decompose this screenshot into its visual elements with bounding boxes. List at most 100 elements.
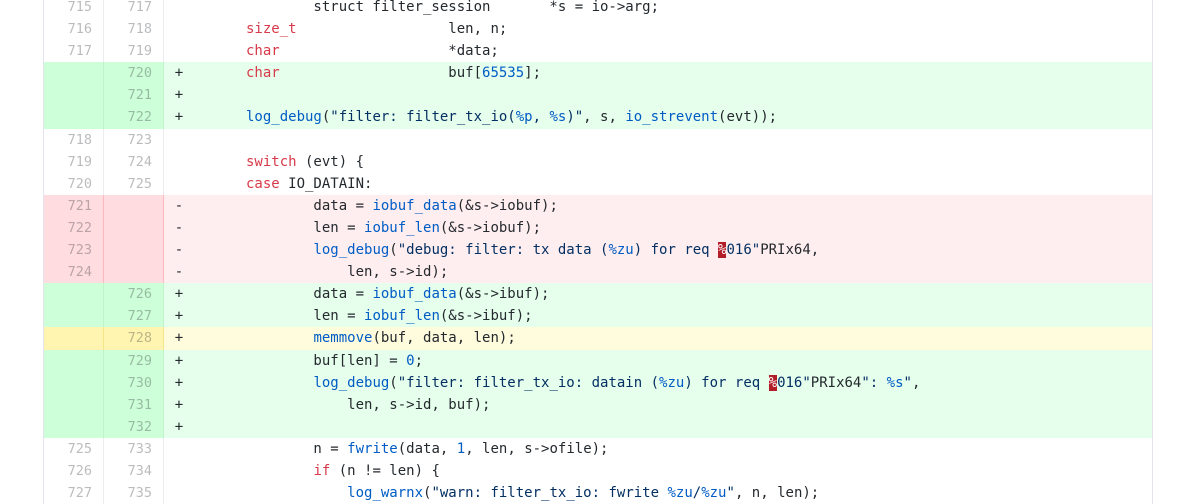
new-line-number[interactable]: 732 <box>104 415 164 438</box>
old-line-number[interactable]: 720 <box>44 172 104 195</box>
diff-line-del: 721 - data = iobuf_data(&s->iobuf); <box>44 194 1152 217</box>
old-line-number[interactable] <box>44 62 104 85</box>
code-token: iobuf_len <box>364 308 440 325</box>
code-token: ": <box>861 374 887 391</box>
code-token: log_debug <box>246 109 322 126</box>
code-token: (data, <box>397 440 457 457</box>
new-line-number[interactable]: 719 <box>104 40 164 63</box>
old-line-number[interactable]: 726 <box>44 459 104 483</box>
code-token: ( <box>389 374 398 391</box>
diff-marker: + <box>174 65 184 82</box>
code-token: n = <box>246 440 348 457</box>
new-line-number[interactable]: 733 <box>104 437 164 460</box>
diff-marker <box>164 460 190 482</box>
code-line: log_debug("filter: filter_tx_io(%p, %s)"… <box>190 106 1152 128</box>
new-line-number[interactable] <box>104 261 164 284</box>
diff-marker <box>164 482 190 504</box>
new-line-number[interactable]: 722 <box>104 106 164 129</box>
diff-marker <box>164 438 190 460</box>
new-line-number[interactable] <box>104 239 164 262</box>
new-line-number[interactable]: 726 <box>104 283 164 306</box>
new-line-number[interactable] <box>104 216 164 240</box>
code-token: , s, <box>583 109 626 126</box>
new-line-number[interactable]: 717 <box>104 0 164 19</box>
old-line-number[interactable]: 722 <box>44 216 104 240</box>
new-line-number[interactable]: 723 <box>104 128 164 151</box>
old-line-number[interactable] <box>44 393 104 416</box>
old-line-number[interactable] <box>44 305 104 328</box>
code-line: buf[len] = 0; <box>190 350 1152 372</box>
code-token: 0 <box>406 352 415 369</box>
code-token: (n != len) { <box>330 462 440 479</box>
old-line-number[interactable]: 721 <box>44 194 104 217</box>
old-line-number[interactable]: 719 <box>44 150 104 173</box>
code-token: case <box>246 175 280 192</box>
code-token: data = <box>246 197 373 214</box>
diff-marker: - <box>174 197 184 214</box>
code-token: (evt)); <box>718 109 778 126</box>
old-line-number[interactable] <box>44 106 104 129</box>
new-line-number[interactable]: 734 <box>104 459 164 483</box>
code-token: , <box>532 109 550 126</box>
old-line-number[interactable] <box>44 84 104 107</box>
old-line-number[interactable]: 723 <box>44 239 104 262</box>
new-line-number[interactable]: 721 <box>104 84 164 107</box>
new-line-number[interactable]: 730 <box>104 371 164 394</box>
diff-marker <box>164 129 190 151</box>
code-line: size_t len, n; <box>190 18 1152 40</box>
code-token: PRIx64, <box>760 242 820 259</box>
new-line-number[interactable]: 725 <box>104 172 164 195</box>
old-line-number[interactable] <box>44 371 104 394</box>
old-line-number[interactable]: 718 <box>44 128 104 151</box>
new-line-number[interactable]: 735 <box>104 482 164 504</box>
diff-line-ctx: 717 719 char *data; <box>44 40 1152 63</box>
code-token: len = <box>246 219 365 236</box>
code-line: len, s->id, buf); <box>190 394 1152 416</box>
code-token: (&s->ibuf); <box>439 308 533 325</box>
new-line-number[interactable]: 729 <box>104 349 164 372</box>
old-line-number[interactable] <box>44 415 104 438</box>
diff-line-add: 731 + len, s->id, buf); <box>44 393 1152 416</box>
code-token: %zu <box>659 374 685 391</box>
old-line-number[interactable]: 716 <box>44 18 104 41</box>
code-token: len, s->id); <box>246 264 449 281</box>
old-line-number[interactable] <box>44 283 104 306</box>
code-token: log_warnx <box>347 485 424 502</box>
new-line-number[interactable]: 727 <box>104 305 164 328</box>
old-line-number[interactable]: 725 <box>44 437 104 460</box>
code-token: %p <box>515 109 533 126</box>
code-line: len = iobuf_len(&s->ibuf); <box>190 305 1152 327</box>
old-line-number[interactable]: 724 <box>44 261 104 284</box>
old-line-number[interactable]: 715 <box>44 0 104 19</box>
new-line-number[interactable]: 724 <box>104 150 164 173</box>
code-token: 016" <box>726 242 761 259</box>
new-line-number[interactable]: 720 <box>104 62 164 85</box>
diff-line-add: 720 + char buf[65535]; <box>44 62 1152 85</box>
diff-marker <box>164 151 190 173</box>
new-line-number[interactable]: 731 <box>104 393 164 416</box>
code-token: / <box>692 485 702 502</box>
old-line-number[interactable]: 727 <box>44 482 104 504</box>
diff-line-add: 732 + <box>44 415 1152 438</box>
old-line-number[interactable] <box>44 327 104 350</box>
new-line-number[interactable] <box>104 194 164 217</box>
diff-marker: + <box>174 286 184 303</box>
code-token: memmove <box>313 330 373 347</box>
code-token: iobuf_len <box>364 219 440 236</box>
old-line-number[interactable] <box>44 349 104 372</box>
diff-marker: + <box>174 87 184 104</box>
new-line-number[interactable]: 728 <box>104 327 164 350</box>
code-token: (&s->iobuf); <box>439 219 542 236</box>
code-token: log_debug <box>313 242 390 259</box>
code-token: ]; <box>524 65 542 82</box>
old-line-number[interactable]: 717 <box>44 40 104 63</box>
new-line-number[interactable]: 718 <box>104 18 164 41</box>
diff-line-ctx: 716 718 size_t len, n; <box>44 18 1152 41</box>
code-line: len = iobuf_len(&s->iobuf); <box>190 217 1152 239</box>
